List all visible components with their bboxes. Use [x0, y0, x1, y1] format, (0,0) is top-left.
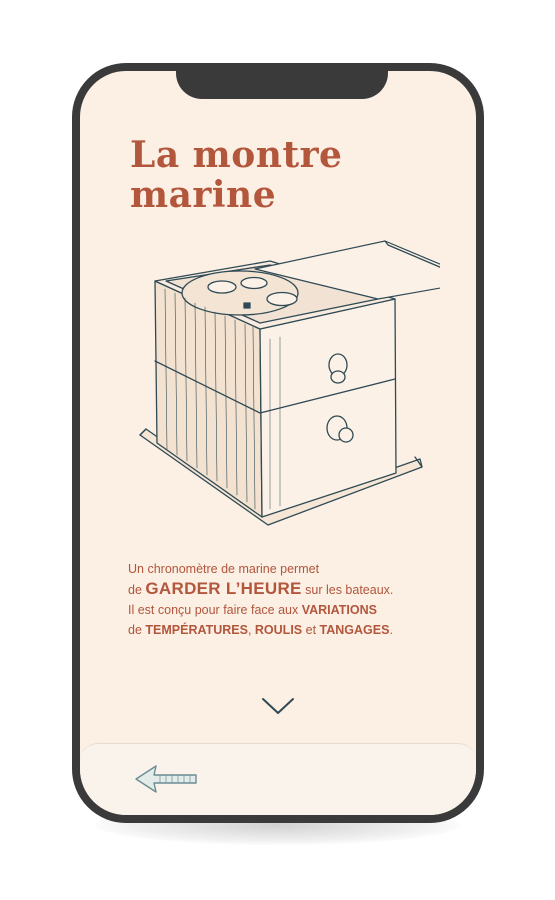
description-text: Un chronomètre de marine permet de GARDE… — [128, 559, 448, 640]
page-title-line-1: La montre — [130, 134, 343, 176]
emphasis-temperatures: TEMPÉRATURES — [145, 623, 248, 637]
description-line-4-separator: , — [247, 623, 255, 637]
description-line-2-suffix: sur les bateaux. — [301, 583, 394, 597]
emphasis-roulis: ROULIS — [254, 623, 303, 637]
emphasis-tangages: TANGAGES — [319, 623, 390, 637]
phone-notch — [176, 71, 388, 99]
emphasis-variations: VARIATIONS — [301, 603, 377, 617]
bottom-navigation-bar — [80, 743, 476, 815]
description-line-2-prefix: de — [128, 583, 146, 597]
phone-frame: La montre marine Un chronomètre de marin… — [72, 63, 484, 823]
marine-chronometer-illustration — [139, 240, 440, 526]
description-line-3: Il est conçu pour faire face aux VARIATI… — [128, 600, 448, 620]
description-line-4-end: . — [389, 623, 393, 637]
description-line-2: de GARDER L’HEURE sur les bateaux. — [128, 579, 448, 600]
description-line-4: de TEMPÉRATURES, ROULIS et TANGAGES. — [128, 620, 448, 640]
description-line-4-and: et — [302, 623, 320, 637]
page-title: La montre marine — [130, 135, 342, 215]
description-line-3-prefix: Il est conçu pour faire face aux — [128, 603, 302, 617]
chevron-down-icon[interactable] — [260, 695, 296, 717]
emphasis-garder-heure: GARDER L’HEURE — [145, 579, 302, 598]
description-line-4-prefix: de — [128, 623, 146, 637]
description-line-1: Un chronomètre de marine permet — [128, 562, 320, 576]
page-title-line-2: marine — [130, 174, 277, 216]
arrow-left-icon[interactable] — [134, 762, 200, 796]
